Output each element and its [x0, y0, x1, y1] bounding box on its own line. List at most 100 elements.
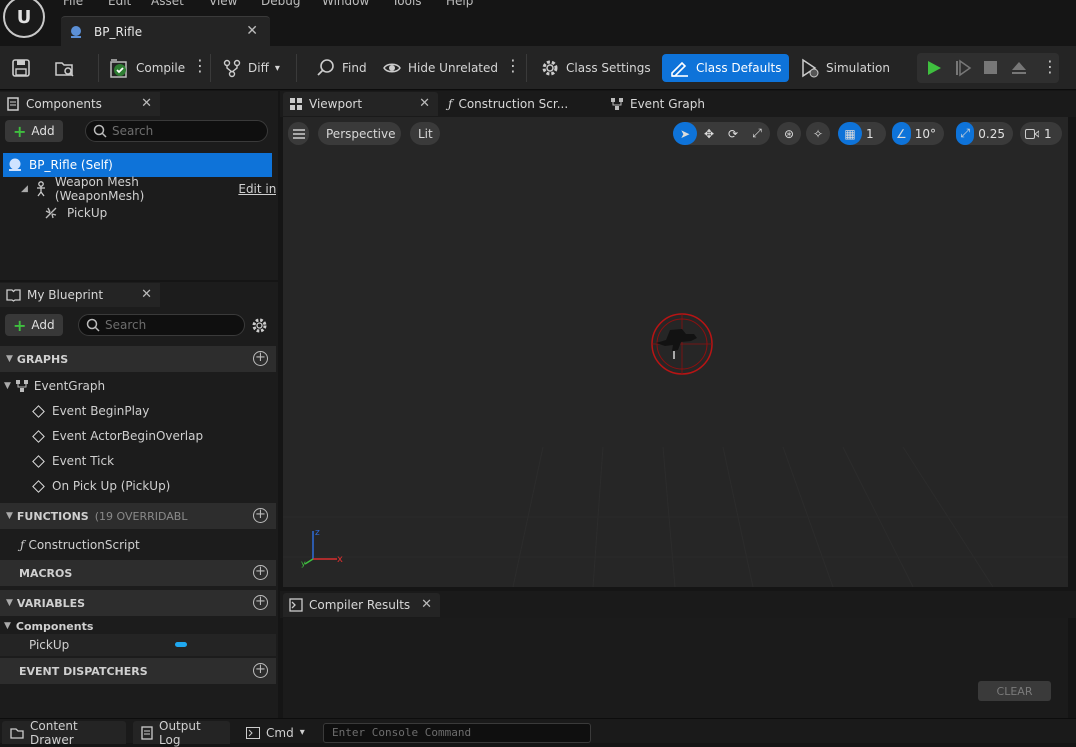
menu-tools[interactable]: Tools: [392, 0, 422, 8]
unreal-logo-icon[interactable]: U: [3, 0, 45, 38]
find-options-icon[interactable]: ⋮: [505, 58, 521, 74]
camera-speed-group[interactable]: 1: [1020, 122, 1062, 145]
components-tab[interactable]: Components ✕: [0, 92, 160, 116]
cmd-selector[interactable]: Cmd ▾: [238, 721, 317, 744]
perspective-label: Perspective: [326, 126, 396, 141]
menu-view[interactable]: View: [209, 0, 237, 8]
rifle-preview[interactable]: [646, 309, 716, 379]
stop-icon[interactable]: [983, 60, 999, 76]
component-self-label: BP_Rifle (Self): [29, 158, 113, 172]
collapse-arrow-icon[interactable]: ▼: [4, 381, 11, 391]
add-function-icon[interactable]: +: [253, 508, 268, 523]
settings-gear-icon[interactable]: [251, 317, 268, 334]
tab-event-graph-label: Event Graph: [630, 97, 705, 111]
collapse-arrow-icon[interactable]: ▼: [4, 621, 11, 631]
tab-viewport-label: Viewport: [309, 97, 363, 111]
component-row-self[interactable]: BP_Rifle (Self): [3, 153, 272, 177]
scale-icon[interactable]: ⤢: [745, 122, 769, 145]
component-row-pickup[interactable]: PickUp: [0, 201, 276, 225]
tab-event-graph[interactable]: Event Graph: [610, 92, 750, 116]
rotation-snap-group[interactable]: ∠ 10°: [892, 122, 944, 145]
perspective-button[interactable]: Perspective: [318, 122, 401, 145]
diff-button[interactable]: Diff ▾: [222, 54, 280, 82]
close-icon[interactable]: ✕: [141, 287, 152, 302]
add-member-button[interactable]: + Add: [5, 314, 63, 336]
functions-section-header[interactable]: ▼ FUNCTIONS (19 OVERRIDABL +: [0, 503, 276, 529]
variables-section-header[interactable]: ▼ VARIABLES +: [0, 590, 276, 616]
event-graph-row[interactable]: ▼ EventGraph: [0, 374, 276, 398]
tab-construction-script[interactable]: ƒ Construction Scr...: [448, 92, 593, 116]
menu-file[interactable]: File: [63, 0, 83, 8]
hide-unrelated-label: Hide Unrelated: [408, 61, 499, 75]
macros-section-header[interactable]: MACROS +: [0, 560, 276, 586]
find-button[interactable]: Find: [316, 54, 367, 82]
content-drawer-icon: [10, 727, 24, 739]
edit-in-cpp-link[interactable]: Edit in C++: [238, 182, 276, 196]
console-command-input[interactable]: Enter Console Command: [323, 723, 591, 743]
menu-edit[interactable]: Edit: [108, 0, 131, 8]
tab-compiler-results[interactable]: Compiler Results ✕: [283, 593, 440, 617]
close-icon[interactable]: ✕: [141, 96, 152, 111]
viewport[interactable]: Perspective Lit ➤ ✥ ⟳ ⤢ ⊛ ✧ ▦ 1 ∠ 10° ⤢ …: [283, 117, 1068, 587]
browse-button[interactable]: [54, 54, 76, 82]
add-graph-icon[interactable]: +: [253, 351, 268, 366]
scale-snap-group[interactable]: ⤢ 0.25: [956, 122, 1013, 145]
my-blueprint-search-input[interactable]: Search: [78, 314, 245, 336]
move-icon[interactable]: ✥: [697, 122, 721, 145]
grid-snap-group[interactable]: ▦ 1: [838, 122, 886, 145]
rotate-icon[interactable]: ⟳: [721, 122, 745, 145]
event-dispatchers-section-header[interactable]: EVENT DISPATCHERS +: [0, 658, 276, 684]
tab-viewport[interactable]: Viewport ✕: [283, 92, 438, 116]
menu-help[interactable]: Help: [446, 0, 473, 8]
menu-debug[interactable]: Debug: [261, 0, 300, 8]
menu-asset[interactable]: Asset: [151, 0, 184, 8]
world-space-icon[interactable]: ⊛: [777, 122, 801, 145]
variable-row-pickup[interactable]: PickUp: [0, 634, 276, 656]
add-dispatcher-icon[interactable]: +: [253, 663, 268, 678]
add-component-button[interactable]: + Add: [5, 120, 63, 142]
content-drawer-button[interactable]: Content Drawer: [2, 719, 126, 747]
my-blueprint-tab[interactable]: My Blueprint ✕: [0, 283, 160, 307]
eject-icon[interactable]: [1010, 59, 1028, 77]
event-row[interactable]: Event BeginPlay: [0, 399, 276, 423]
play-icon[interactable]: [925, 59, 943, 77]
add-component-label: Add: [31, 124, 55, 138]
skip-forward-icon[interactable]: [954, 59, 972, 77]
terminal-icon: [246, 726, 260, 739]
add-macro-icon[interactable]: +: [253, 565, 268, 580]
surface-snap-icon[interactable]: ✧: [806, 122, 830, 145]
class-settings-button[interactable]: Class Settings: [540, 54, 651, 82]
clear-button[interactable]: CLEAR: [978, 681, 1051, 701]
graphs-section-header[interactable]: ▼ GRAPHS +: [0, 346, 276, 372]
play-options-icon[interactable]: ⋮: [1042, 57, 1058, 76]
add-variable-icon[interactable]: +: [253, 595, 268, 610]
viewport-options-button[interactable]: [288, 122, 309, 145]
output-log-button[interactable]: Output Log: [133, 719, 230, 747]
gear-icon: [540, 58, 560, 78]
event-label: On Pick Up (PickUp): [52, 479, 171, 493]
close-icon[interactable]: ✕: [246, 23, 258, 39]
close-icon[interactable]: ✕: [421, 597, 432, 612]
collapse-arrow-icon[interactable]: ◢: [21, 184, 28, 194]
hide-unrelated-button[interactable]: Hide Unrelated: [382, 54, 498, 82]
search-icon: [316, 58, 336, 78]
construction-script-row[interactable]: ƒ ConstructionScript: [0, 533, 276, 557]
simulation-button[interactable]: Simulation: [800, 54, 890, 82]
event-row[interactable]: Event Tick: [0, 449, 276, 473]
close-icon[interactable]: ✕: [419, 96, 430, 111]
lit-button[interactable]: Lit: [410, 122, 440, 145]
class-defaults-button[interactable]: Class Defaults: [662, 54, 790, 82]
components-search-input[interactable]: Search: [85, 120, 268, 142]
event-row[interactable]: Event ActorBeginOverlap: [0, 424, 276, 448]
chevron-down-icon: ▾: [274, 62, 280, 74]
event-row[interactable]: On Pick Up (PickUp): [0, 474, 276, 498]
document-tab-bp-rifle[interactable]: BP_Rifle ✕: [61, 16, 270, 47]
save-button[interactable]: [11, 54, 31, 82]
function-icon: ƒ: [20, 538, 25, 552]
component-row-weapon-mesh[interactable]: ◢ Weapon Mesh (WeaponMesh) Edit in C++: [0, 175, 276, 203]
compile-button[interactable]: Compile: [108, 54, 185, 82]
select-arrow-icon[interactable]: ➤: [673, 122, 697, 145]
main-toolbar: Compile ⋮ Diff ▾ Find Hide Unrelated ⋮ C…: [0, 46, 1076, 90]
compile-options-icon[interactable]: ⋮: [192, 58, 208, 74]
menu-window[interactable]: Window: [322, 0, 369, 8]
